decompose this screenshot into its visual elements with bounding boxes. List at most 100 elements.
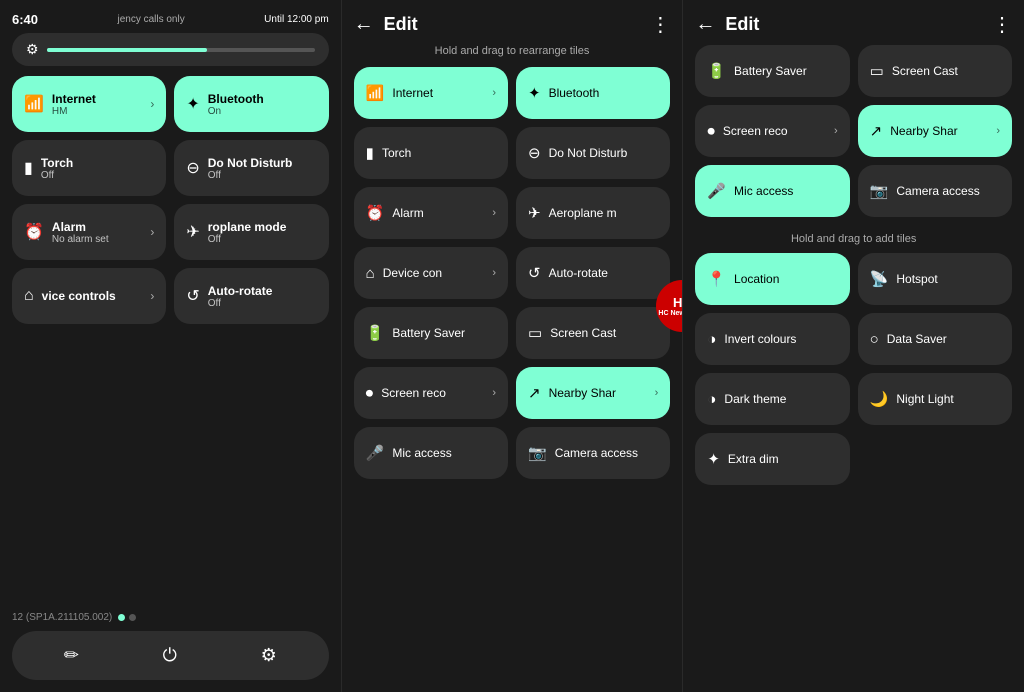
alarm-text: Alarm No alarm set [52,220,109,245]
settings-button[interactable]: ⚙ [249,641,289,670]
bluetooth-text: Bluetooth On [208,92,264,117]
brightness-bar[interactable] [47,48,315,52]
p3-tile-battery[interactable]: 🔋 Battery Saver [695,45,849,97]
camera-icon: 📷 [870,182,889,200]
brightness-control[interactable]: ⚙ [12,33,329,66]
autorotate-sub: Off [208,298,273,309]
edit-tile-dnd[interactable]: ⊖ Do Not Disturb [516,127,670,179]
edit-button[interactable]: ✏ [52,641,91,670]
power-button[interactable]: ⏻ [151,641,189,670]
internet-icon: 📶 [366,84,385,102]
autorotate-icon: ↺ [528,264,541,282]
active-tiles-grid: 🔋 Battery Saver ▭ Screen Cast ⏺ Screen r… [695,45,1012,217]
p3-tile-screenrec[interactable]: ⏺ Screen reco › [695,105,849,157]
tile-dnd[interactable]: ⊖ Do Not Disturb Off [174,140,328,196]
brightness-icon: ⚙ [26,41,39,58]
add-tile-invert[interactable]: ◑ Invert colours [695,313,849,365]
add-tile-datasaver[interactable]: ○ Data Saver [858,313,1012,365]
dot-1 [118,614,125,621]
add-tile-location[interactable]: 📍 Location [695,253,849,305]
brightness-fill [47,48,208,52]
tile-bluetooth[interactable]: ✦ Bluetooth On [174,76,328,132]
add-hint: Hold and drag to add tiles [695,233,1012,245]
screencast-label: Screen Cast [550,326,616,340]
edit-tile-camera[interactable]: 📷 Camera access [516,427,670,479]
camera-icon: 📷 [528,444,547,462]
torch-text: Torch Off [41,156,73,181]
dnd-icon: ⊖ [528,144,541,162]
edit-tile-bluetooth[interactable]: ✦ Bluetooth [516,67,670,119]
build-info: 12 (SP1A.211105.002) [12,612,329,623]
airplane-label: Aeroplane m [549,206,617,220]
screencast-label: Screen Cast [892,64,958,78]
qs-footer: 12 (SP1A.211105.002) ✏ ⏻ ⚙ [12,612,329,680]
p3-tile-camera[interactable]: 📷 Camera access [858,165,1012,217]
edit-tile-nearby[interactable]: ↗ Nearby Shar › [516,367,670,419]
more-button[interactable]: ⋮ [650,12,670,37]
bluetooth-label: Bluetooth [208,92,264,106]
nearby-icon: ↗ [870,122,883,140]
datasaver-icon: ○ [870,331,879,348]
status-info: jency calls only [117,14,184,25]
edit-tile-battery[interactable]: 🔋 Battery Saver [354,307,508,359]
edit-add-panel: ← Edit ⋮ 🔋 Battery Saver ▭ Screen Cast ⏺… [683,0,1024,692]
screenrec-icon: ⏺ [707,123,715,140]
battery-icon: 🔋 [707,62,726,80]
dnd-label: Do Not Disturb [208,156,293,170]
add-tile-nightlight[interactable]: 🌙 Night Light [858,373,1012,425]
p3-tile-mic[interactable]: 🎤 Mic access [695,165,849,217]
autorotate-icon: ↺ [186,286,199,306]
nearby-icon: ↗ [528,384,541,402]
screenrec-label: Screen reco [723,124,788,138]
edit-tile-screencast[interactable]: ▭ Screen Cast [516,307,670,359]
edit-tile-torch[interactable]: ▮ Torch [354,127,508,179]
edit-tile-airplane[interactable]: ✈ Aeroplane m [516,187,670,239]
airplane-label: roplane mode [208,220,287,234]
extradim-label: Extra dim [728,452,779,466]
device-chevron: › [492,267,496,279]
dnd-sub: Off [208,170,293,181]
back-button-3[interactable]: ← [695,13,715,36]
more-button-3[interactable]: ⋮ [992,12,1012,37]
tile-device[interactable]: ⌂ vice controls › [12,268,166,324]
location-icon: 📍 [707,270,726,288]
alarm-icon: ⏰ [24,222,44,242]
darktheme-label: Dark theme [724,392,786,406]
screenrec-chevron: › [492,387,496,399]
bottom-toolbar: ✏ ⏻ ⚙ [12,631,329,680]
nearby-label: Nearby Shar [549,386,616,400]
screenrec-chevron: › [834,125,838,137]
edit-tile-mic[interactable]: 🎤 Mic access [354,427,508,479]
location-label: Location [734,272,779,286]
dot-2 [129,614,136,621]
back-button[interactable]: ← [354,13,374,36]
screenrec-icon: ⏺ [366,385,374,402]
edit-tile-screenrec[interactable]: ⏺ Screen reco › [354,367,508,419]
mic-label: Mic access [734,184,793,198]
airplane-sub: Off [208,234,287,245]
extradim-icon: ✦ [707,450,720,468]
tile-internet[interactable]: 📶 Internet HM › [12,76,166,132]
add-tile-extradim[interactable]: ✦ Extra dim [695,433,849,485]
tile-airplane[interactable]: ✈ roplane mode Off [174,204,328,260]
edit-tiles-grid: 📶 Internet › ✦ Bluetooth ▮ Torch ⊖ Do No… [354,67,671,479]
add-tile-hotspot[interactable]: 📡 Hotspot [858,253,1012,305]
add-tile-darktheme[interactable]: ◑ Dark theme [695,373,849,425]
edit-tile-internet[interactable]: 📶 Internet › [354,67,508,119]
edit-tile-autorotate[interactable]: ↺ Auto-rotate [516,247,670,299]
edit-tile-alarm[interactable]: ⏰ Alarm › [354,187,508,239]
internet-label: Internet [392,86,433,100]
p3-tile-screencast[interactable]: ▭ Screen Cast [858,45,1012,97]
edit-title-3: Edit [725,14,982,35]
camera-label: Camera access [555,446,638,460]
tile-alarm[interactable]: ⏰ Alarm No alarm set › [12,204,166,260]
alarm-label: Alarm [392,206,423,220]
tile-torch[interactable]: ▮ Torch Off [12,140,166,196]
alarm-chevron: › [492,207,496,219]
p3-tile-nearby[interactable]: ↗ Nearby Shar › [858,105,1012,157]
edit-tile-device[interactable]: ⌂ Device con › [354,247,508,299]
mic-icon: 🎤 [366,444,385,462]
tile-autorotate[interactable]: ↺ Auto-rotate Off [174,268,328,324]
internet-chevron: › [492,87,496,99]
nearby-label: Nearby Shar [890,124,957,138]
